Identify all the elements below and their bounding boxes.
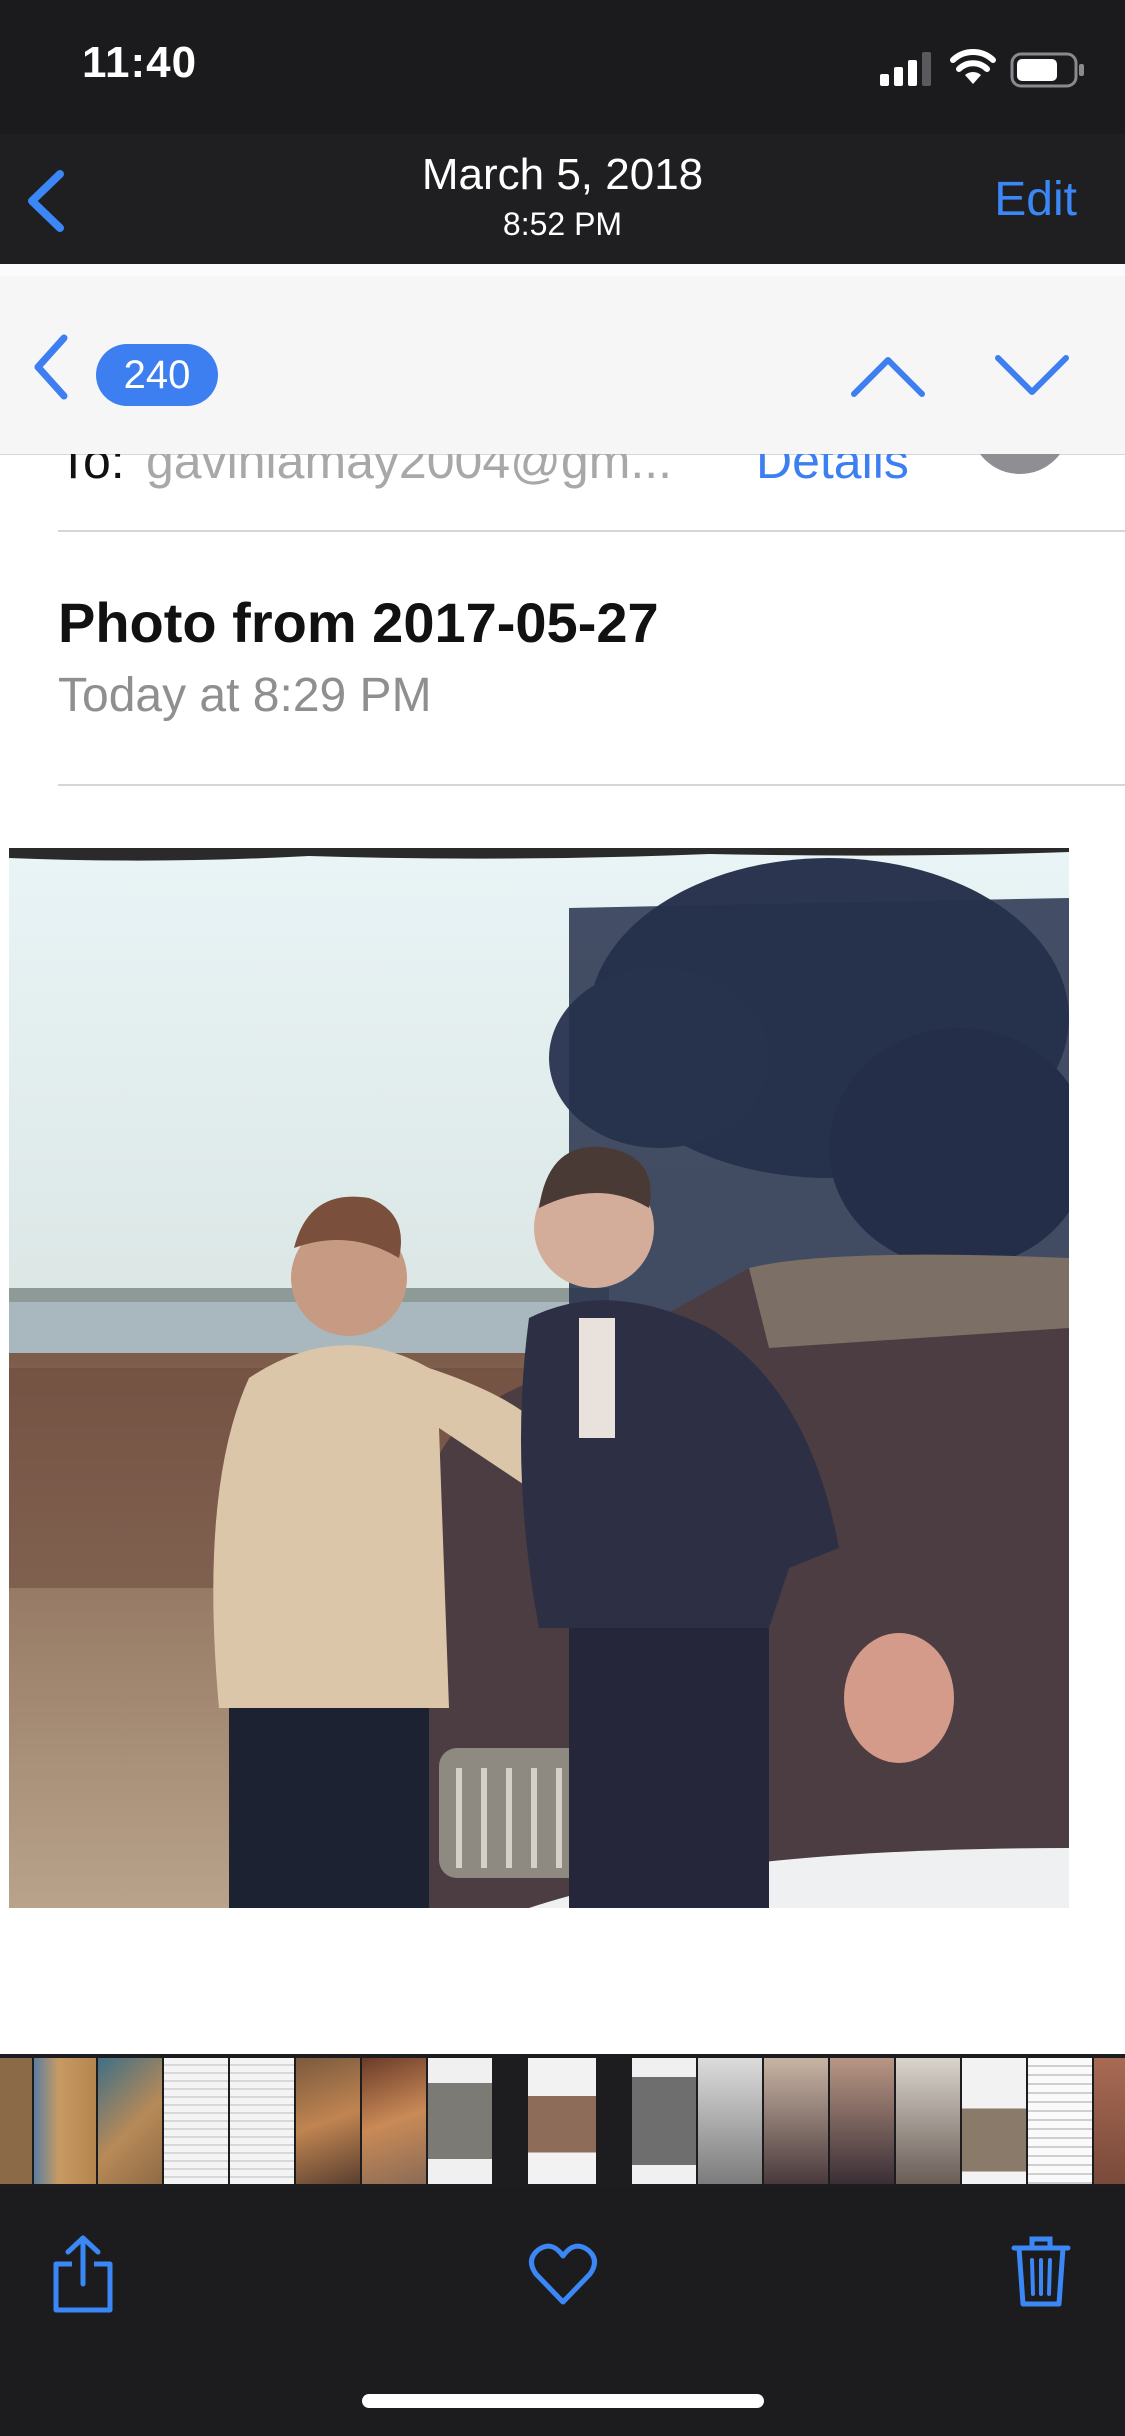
thumbnail[interactable] [362, 2058, 426, 2184]
thumbnail[interactable] [1028, 2058, 1092, 2184]
screenshot-image[interactable]: 240 To: gavinlamay2004@gm... Details Pho… [0, 264, 1125, 2054]
thumbnail[interactable] [0, 2058, 32, 2184]
trash-icon[interactable] [1010, 2234, 1072, 2308]
thumbnail[interactable] [962, 2058, 1026, 2184]
recipient-row: To: gavinlamay2004@gm... Details [0, 454, 1125, 498]
vintage-photo [9, 848, 1069, 1908]
thumbnail[interactable] [428, 2058, 492, 2184]
wifi-icon [950, 49, 996, 84]
chevron-up-icon[interactable] [850, 354, 926, 398]
battery-icon [1010, 52, 1084, 88]
thumbnail[interactable] [632, 2058, 696, 2184]
thumbnail[interactable] [34, 2058, 96, 2184]
thumbnail[interactable] [230, 2058, 294, 2184]
email-subject: Photo from 2017-05-27 [58, 591, 659, 654]
avatar [970, 454, 1070, 474]
unread-count-badge[interactable]: 240 [96, 344, 218, 406]
mail-nav-bar: 240 [0, 276, 1125, 455]
divider [58, 784, 1125, 786]
home-indicator[interactable] [362, 2394, 764, 2408]
thumbnail-strip[interactable] [0, 2054, 1125, 2188]
photo-time-subtitle: 8:52 PM [502, 206, 623, 242]
email-date: Today at 8:29 PM [58, 669, 432, 722]
thumbnail[interactable] [296, 2058, 360, 2184]
thumbnail[interactable] [764, 2058, 828, 2184]
heart-icon[interactable] [528, 2242, 598, 2306]
mail-back-chevron-icon[interactable] [28, 332, 74, 402]
chevron-down-icon[interactable] [994, 354, 1070, 398]
divider [58, 530, 1125, 532]
photo-nav-bar: March 5, 2018 8:52 PM Edit [0, 134, 1125, 264]
status-bar: 11:40 [0, 0, 1125, 134]
to-label: To: [58, 454, 125, 489]
recipient-address: gavinlamay2004@gm... [146, 454, 673, 489]
thumbnail[interactable] [1094, 2058, 1125, 2184]
thumbnail[interactable] [830, 2058, 894, 2184]
thumbnail[interactable] [896, 2058, 960, 2184]
thumbnail[interactable] [164, 2058, 228, 2184]
share-icon[interactable] [50, 2234, 116, 2314]
thumbnail[interactable] [528, 2058, 596, 2184]
thumbnail[interactable] [98, 2058, 162, 2184]
cellular-signal-icon [880, 52, 931, 86]
photo-date-title: March 5, 2018 [421, 150, 704, 199]
clipped-status-bar [0, 264, 1125, 276]
details-link[interactable]: Details [756, 454, 909, 490]
status-time: 11:40 [82, 38, 198, 87]
edit-button[interactable]: Edit [994, 172, 1077, 227]
thumbnail[interactable] [698, 2058, 762, 2184]
